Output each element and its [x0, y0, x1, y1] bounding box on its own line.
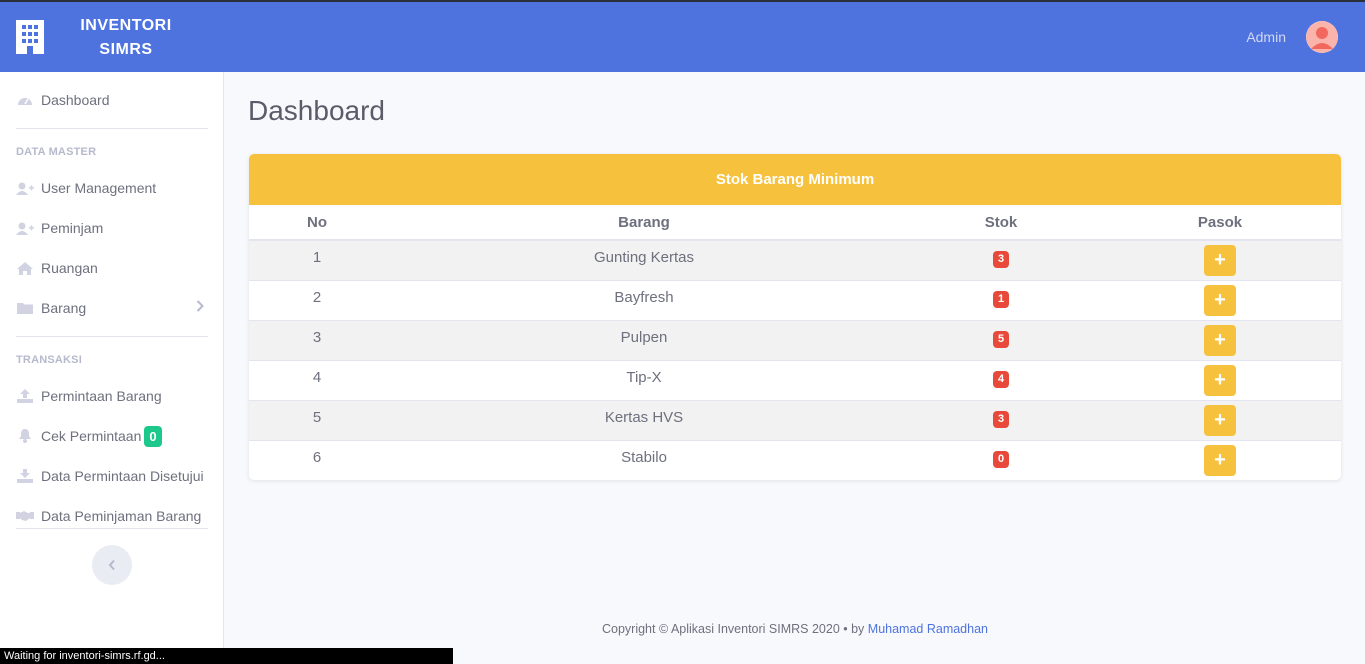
cell-no: 6	[249, 439, 385, 480]
pasok-button[interactable]: +	[1204, 364, 1236, 396]
cell-barang: Kertas HVS	[385, 399, 903, 440]
cell-no: 5	[249, 399, 385, 440]
cell-stok: 5	[903, 319, 1099, 360]
sidebar-item-barang[interactable]: Barang	[16, 296, 86, 320]
stock-badge: 4	[993, 370, 1009, 388]
brand-name[interactable]: INVENTORI SIMRS	[66, 14, 186, 62]
column-header-no: No	[249, 205, 385, 241]
cell-barang: Stabilo	[385, 439, 903, 480]
user-avatar-icon[interactable]	[1306, 21, 1338, 53]
bell-icon	[16, 429, 34, 443]
cell-pasok: +	[1099, 399, 1341, 440]
user-name[interactable]: Admin	[1246, 29, 1286, 45]
sidebar-item-label: Cek Permintaan	[41, 428, 142, 444]
upload-icon	[16, 389, 34, 403]
sidebar-item-label: Peminjam	[41, 220, 104, 236]
sidebar-item-label: Data Permintaan Disetujui	[41, 468, 204, 484]
cell-stok: 3	[903, 239, 1099, 280]
cell-barang: Bayfresh	[385, 279, 903, 320]
cell-no: 4	[249, 359, 385, 400]
sidebar-item-data-peminjaman-barang[interactable]: Data Peminjaman Barang	[16, 504, 201, 528]
table-row: 2 Bayfresh 1 +	[249, 279, 1341, 320]
download-icon	[16, 469, 34, 483]
chevron-right-icon[interactable]	[196, 300, 204, 315]
cell-barang: Pulpen	[385, 319, 903, 360]
column-header-stok: Stok	[903, 205, 1099, 241]
sidebar-divider	[16, 336, 208, 337]
cell-no: 3	[249, 319, 385, 360]
card-title: Stok Barang Minimum	[249, 154, 1341, 205]
pasok-button[interactable]: +	[1204, 404, 1236, 436]
sidebar-item-label: Permintaan Barang	[41, 388, 162, 404]
sidebar-item-cek-permintaan[interactable]: Cek Permintaan 0	[16, 424, 162, 448]
author-link[interactable]: Muhamad Ramadhan	[868, 622, 988, 636]
pasok-button[interactable]: +	[1204, 324, 1236, 356]
user-plus-icon	[16, 221, 34, 235]
sidebar-divider	[16, 128, 208, 129]
sidebar-heading-transaksi: TRANSAKSI	[16, 354, 82, 366]
cell-pasok: +	[1099, 439, 1341, 480]
cell-pasok: +	[1099, 279, 1341, 320]
building-icon[interactable]	[16, 20, 44, 54]
table-row: 4 Tip-X 4 +	[249, 359, 1341, 400]
table-row: 1 Gunting Kertas 3 +	[249, 239, 1341, 280]
cell-no: 1	[249, 239, 385, 280]
stock-table: No Barang Stok Pasok 1 Gunting Kertas 3 …	[249, 205, 1341, 480]
cell-pasok: +	[1099, 359, 1341, 400]
brand-line-1: INVENTORI	[80, 17, 172, 34]
footer: Copyright © Aplikasi Inventori SIMRS 202…	[225, 622, 1365, 636]
topbar: INVENTORI SIMRS Admin	[0, 0, 1365, 72]
sidebar-item-label: Barang	[41, 300, 87, 316]
table-row: 3 Pulpen 5 +	[249, 319, 1341, 360]
table-row: 5 Kertas HVS 3 +	[249, 399, 1341, 440]
cell-pasok: +	[1099, 319, 1341, 360]
sidebar-heading-master: DATA MASTER	[16, 146, 97, 158]
sidebar-item-label: Data Peminjaman Barang	[41, 508, 202, 524]
sidebar-item-ruangan[interactable]: Ruangan	[16, 256, 98, 280]
sidebar-item-dashboard[interactable]: Dashboard	[16, 88, 110, 112]
pasok-button[interactable]: +	[1204, 245, 1236, 276]
sidebar-item-label: User Management	[41, 180, 157, 196]
sidebar: Dashboard DATA MASTER User Management Pe…	[0, 72, 224, 664]
cell-barang: Gunting Kertas	[385, 239, 903, 280]
table-header-row: No Barang Stok Pasok	[249, 205, 1341, 241]
browser-status-bar: Waiting for inventori-simrs.rf.gd...	[0, 648, 453, 664]
cell-stok: 3	[903, 399, 1099, 440]
handshake-icon	[16, 509, 34, 523]
pasok-button[interactable]: +	[1204, 284, 1236, 316]
cell-barang: Tip-X	[385, 359, 903, 400]
sidebar-item-data-permintaan-disetujui[interactable]: Data Permintaan Disetujui	[16, 464, 204, 488]
sidebar-item-peminjam[interactable]: Peminjam	[16, 216, 103, 240]
home-icon	[16, 261, 34, 275]
cell-stok: 4	[903, 359, 1099, 400]
tachometer-icon	[16, 93, 34, 107]
table-row: 6 Stabilo 0 +	[249, 439, 1341, 480]
cell-no: 2	[249, 279, 385, 320]
cell-pasok: +	[1099, 239, 1341, 280]
column-header-barang: Barang	[385, 205, 903, 241]
stock-badge: 0	[993, 450, 1009, 468]
sidebar-item-label: Ruangan	[41, 260, 98, 276]
sidebar-item-user-management[interactable]: User Management	[16, 176, 156, 200]
user-plus-icon	[16, 181, 34, 195]
sidebar-toggle-button[interactable]	[92, 545, 132, 585]
sidebar-item-permintaan-barang[interactable]: Permintaan Barang	[16, 384, 162, 408]
page-title: Dashboard	[248, 95, 385, 126]
stock-badge: 5	[993, 330, 1009, 348]
cell-stok: 1	[903, 279, 1099, 320]
stock-badge: 3	[993, 251, 1009, 268]
notification-badge: 0	[144, 425, 162, 447]
brand-line-2: SIMRS	[99, 41, 153, 58]
pasok-button[interactable]: +	[1204, 444, 1236, 476]
chevron-left-icon	[108, 559, 115, 571]
cell-stok: 0	[903, 439, 1099, 480]
column-header-pasok: Pasok	[1099, 205, 1341, 241]
stock-badge: 1	[993, 290, 1009, 308]
stock-badge: 3	[993, 410, 1009, 428]
copyright-text: Copyright © Aplikasi Inventori SIMRS 202…	[601, 622, 868, 636]
sidebar-item-label: Dashboard	[41, 92, 110, 108]
sidebar-divider	[16, 528, 208, 529]
folder-icon	[16, 301, 34, 315]
stock-card: Stok Barang Minimum No Barang Stok Pasok…	[249, 154, 1341, 480]
